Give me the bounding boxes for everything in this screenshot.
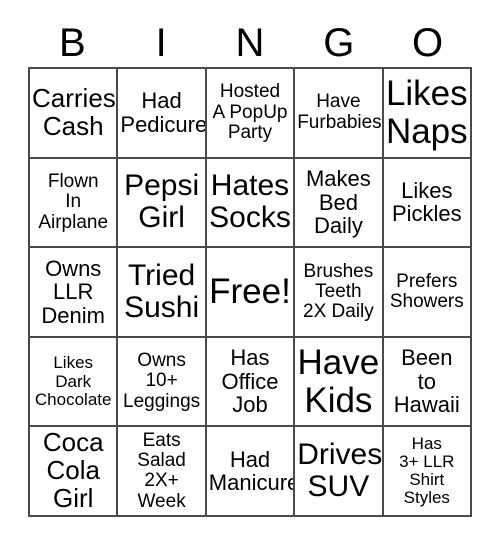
bingo-cell[interactable]: Eats Salad 2X+ Week bbox=[118, 427, 207, 517]
bingo-cell-label: Have Kids bbox=[297, 343, 380, 420]
bingo-cell[interactable]: Tried Sushi bbox=[118, 248, 207, 338]
bingo-cell-label: Drives SUV bbox=[297, 438, 383, 504]
bingo-cell-label: Has 3+ LLR Shirt Styles bbox=[399, 433, 455, 508]
header-letter-o: O bbox=[412, 20, 444, 65]
bingo-cell-label: Tried Sushi bbox=[124, 258, 200, 324]
bingo-cell-label: Hates Socks bbox=[209, 169, 291, 235]
bingo-cell-label: Pepsi Girl bbox=[124, 169, 200, 235]
bingo-cell[interactable]: Has Office Job bbox=[206, 337, 296, 428]
bingo-cell[interactable]: Likes Naps bbox=[383, 69, 472, 159]
bingo-cell[interactable]: Hosted A PopUp Party bbox=[206, 69, 296, 159]
bingo-cell[interactable]: Flown In Airplane bbox=[30, 158, 119, 249]
bingo-cell[interactable]: Had Manicure bbox=[206, 427, 296, 517]
bingo-cell[interactable]: Drives SUV bbox=[295, 427, 384, 517]
bingo-cell[interactable]: Pepsi Girl bbox=[118, 158, 207, 249]
bingo-header-row: B I N G O bbox=[28, 18, 472, 67]
header-letter-b: B bbox=[59, 20, 86, 65]
bingo-cell-label: Brushes Teeth 2X Daily bbox=[303, 260, 374, 323]
bingo-cell-label: Likes Naps bbox=[385, 74, 468, 151]
bingo-cell[interactable]: Owns LLR Denim bbox=[30, 248, 119, 338]
bingo-cell[interactable]: Likes Dark Chocolate bbox=[30, 337, 119, 428]
bingo-cell-label: Been to Hawaii bbox=[393, 345, 460, 418]
bingo-cell-label: Makes Bed Daily bbox=[305, 166, 371, 239]
bingo-cell[interactable]: Have Furbabies bbox=[295, 69, 384, 159]
bingo-cell-label: Eats Salad 2X+ Week bbox=[137, 429, 186, 512]
bingo-cell[interactable]: Free! bbox=[206, 248, 296, 338]
bingo-card: B I N G O Carries Cash Had Pedicure Hosted… bbox=[0, 0, 500, 544]
bingo-cell[interactable]: Brushes Teeth 2X Daily bbox=[295, 248, 384, 338]
bingo-cell-label: Coca Cola Girl bbox=[42, 427, 104, 514]
bingo-cell-label: Has Office Job bbox=[221, 345, 279, 418]
bingo-cell-label: Free! bbox=[209, 272, 291, 312]
bingo-cell[interactable]: Hates Socks bbox=[206, 158, 296, 249]
bingo-cell-label: Likes Pickles bbox=[391, 177, 462, 227]
bingo-cell-label: Owns LLR Denim bbox=[41, 255, 105, 328]
bingo-cell[interactable]: Have Kids bbox=[295, 337, 384, 428]
bingo-cell-label: Owns 10+ Leggings bbox=[123, 350, 201, 412]
bingo-cell-label: Prefers Showers bbox=[389, 270, 464, 312]
bingo-cell-label: Had Pedicure bbox=[120, 88, 207, 137]
bingo-cell-label: Flown In Airplane bbox=[38, 170, 109, 233]
bingo-cell-label: Carries Cash bbox=[32, 82, 116, 141]
bingo-cell[interactable]: Owns 10+ Leggings bbox=[118, 337, 207, 428]
bingo-cell-label: Hosted A PopUp Party bbox=[212, 81, 288, 143]
bingo-cell-label: Likes Dark Chocolate bbox=[34, 353, 112, 409]
bingo-cell-label: Had Manicure bbox=[208, 446, 296, 496]
bingo-cell-label: Have Furbabies bbox=[297, 91, 382, 133]
header-letter-n: N bbox=[235, 20, 265, 65]
bingo-cell[interactable]: Been to Hawaii bbox=[383, 337, 472, 428]
bingo-cell[interactable]: Has 3+ LLR Shirt Styles bbox=[383, 427, 472, 517]
bingo-cell[interactable]: Coca Cola Girl bbox=[30, 427, 119, 517]
bingo-grid: Carries Cash Had Pedicure Hosted A PopUp P… bbox=[28, 67, 472, 517]
header-letter-g: G bbox=[323, 20, 355, 65]
bingo-cell[interactable]: Likes Pickles bbox=[383, 158, 472, 249]
bingo-cell[interactable]: Had Pedicure bbox=[118, 69, 207, 159]
bingo-cell[interactable]: Carries Cash bbox=[30, 69, 119, 159]
bingo-cell[interactable]: Makes Bed Daily bbox=[295, 158, 384, 249]
header-letter-i: I bbox=[155, 20, 167, 65]
bingo-cell[interactable]: Prefers Showers bbox=[383, 248, 472, 338]
